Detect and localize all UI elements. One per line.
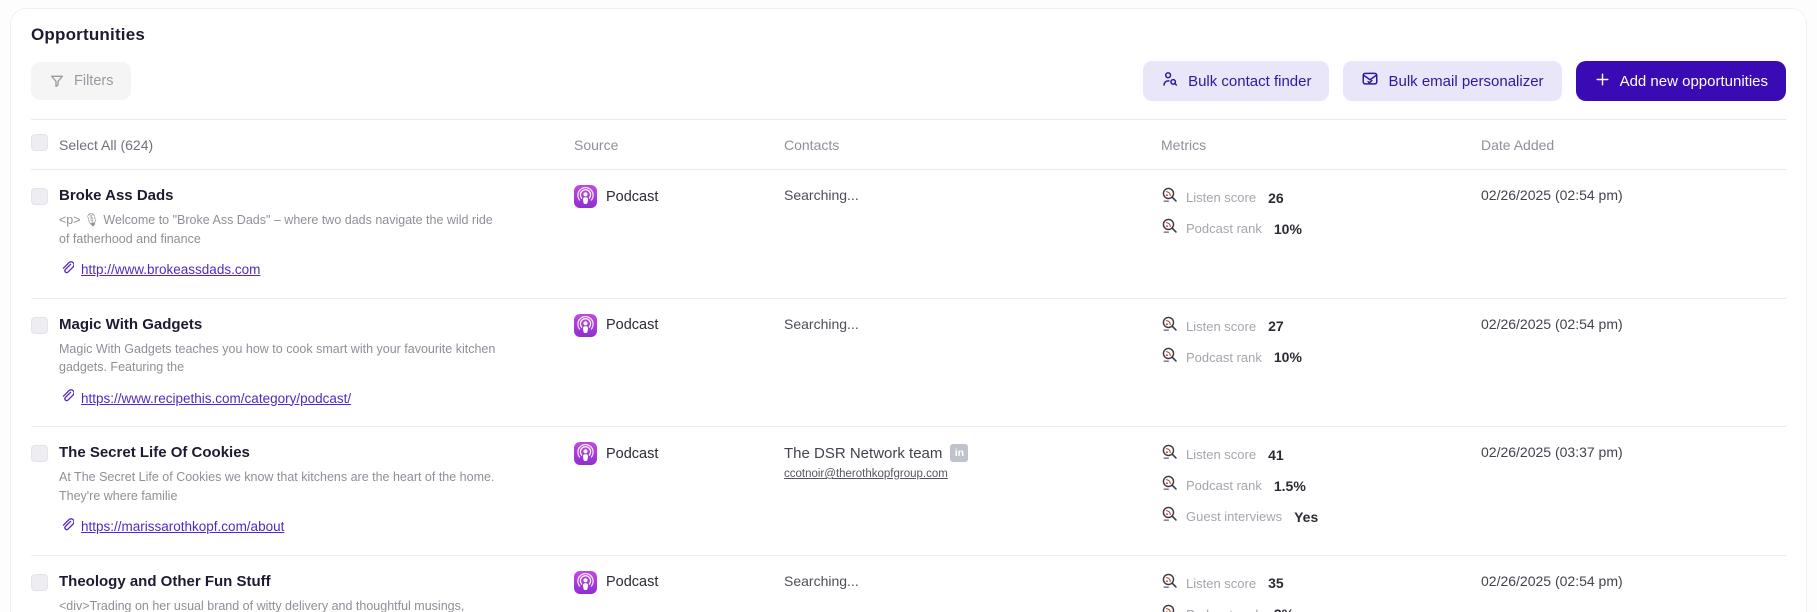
select-all-checkbox[interactable]: [31, 134, 48, 151]
opportunity-url[interactable]: https://marissarothkopf.com/about: [81, 519, 284, 534]
select-all-label: Select All (624): [59, 137, 574, 153]
podcast-icon: [574, 442, 597, 465]
opportunity-url[interactable]: https://www.recipethis.com/category/podc…: [81, 391, 351, 406]
podcast-search-icon: [1161, 186, 1179, 209]
contact-status: Searching...: [784, 316, 859, 332]
bulk-email-personalizer-button[interactable]: Bulk email personalizer: [1343, 61, 1561, 101]
podcast-search-icon: [1161, 443, 1179, 466]
podcast-search-icon: [1161, 603, 1179, 612]
source-label: Podcast: [606, 317, 658, 333]
contact-status: Searching...: [784, 187, 859, 203]
date-added: 02/26/2025 (03:37 pm): [1481, 444, 1786, 460]
source-label: Podcast: [606, 189, 658, 205]
link-icon: [59, 517, 74, 537]
opportunity-title[interactable]: Theology and Other Fun Stuff: [59, 573, 574, 590]
email-check-icon: [1361, 70, 1379, 92]
filters-button[interactable]: Filters: [31, 62, 131, 100]
date-added: 02/26/2025 (02:54 pm): [1481, 187, 1786, 203]
metric-podcast-rank: Podcast rank 10%: [1161, 346, 1481, 369]
podcast-icon: [574, 314, 597, 337]
bulk-contact-finder-button[interactable]: Bulk contact finder: [1143, 61, 1329, 101]
page-title: Opportunities: [31, 25, 1786, 45]
table-row: Broke Ass Dads <p> 🎙 Welcome to "Broke A…: [31, 170, 1786, 299]
metric-listen-score: Listen score 35: [1161, 572, 1481, 595]
date-added: 02/26/2025 (02:54 pm): [1481, 316, 1786, 332]
opportunities-table: Select All (624) Source Contacts Metrics…: [31, 119, 1786, 612]
opportunities-panel: Opportunities Filters Bulk contact finde…: [10, 8, 1807, 612]
opportunity-title[interactable]: Magic With Gadgets: [59, 316, 574, 333]
opportunity-description: <p> 🎙 Welcome to "Broke Ass Dads" – wher…: [59, 211, 504, 249]
linkedin-icon[interactable]: in: [950, 444, 968, 462]
podcast-search-icon: [1161, 346, 1179, 369]
link-icon: [59, 260, 74, 280]
column-header-date-added: Date Added: [1481, 137, 1786, 153]
filters-label: Filters: [74, 73, 113, 89]
contact-status: Searching...: [784, 573, 859, 589]
contact-email[interactable]: ccotnoir@therothkopfgroup.com: [784, 468, 948, 480]
filter-funnel-icon: [49, 73, 65, 89]
person-search-icon: [1161, 70, 1179, 92]
date-added: 02/26/2025 (02:54 pm): [1481, 573, 1786, 589]
toolbar: Filters Bulk contact finder: [31, 61, 1786, 101]
podcast-icon: [574, 571, 597, 594]
table-header: Select All (624) Source Contacts Metrics…: [31, 119, 1786, 170]
metric-guest-interviews: Guest interviews Yes: [1161, 505, 1481, 528]
opportunity-description: Magic With Gadgets teaches you how to co…: [59, 340, 504, 378]
plus-icon: [1594, 71, 1611, 92]
metric-podcast-rank: Podcast rank 10%: [1161, 217, 1481, 240]
podcast-search-icon: [1161, 505, 1179, 528]
table-row: Theology and Other Fun Stuff <div>Tradin…: [31, 556, 1786, 612]
row-checkbox[interactable]: [31, 574, 48, 591]
contact-name: The DSR Network team: [784, 445, 942, 462]
metric-listen-score: Listen score 41: [1161, 443, 1481, 466]
link-icon: [59, 388, 74, 408]
podcast-search-icon: [1161, 572, 1179, 595]
opportunity-title[interactable]: Broke Ass Dads: [59, 187, 574, 204]
metric-listen-score: Listen score 27: [1161, 315, 1481, 338]
podcast-search-icon: [1161, 315, 1179, 338]
toolbar-actions: Bulk contact finder Bulk email personali…: [1143, 61, 1786, 101]
column-header-source: Source: [574, 137, 784, 153]
source-label: Podcast: [606, 574, 658, 590]
podcast-icon: [574, 185, 597, 208]
opportunity-description: <div>Trading on her usual brand of witty…: [59, 597, 504, 612]
metric-podcast-rank: Podcast rank 3%: [1161, 603, 1481, 612]
column-header-contacts: Contacts: [784, 137, 1161, 153]
row-checkbox[interactable]: [31, 188, 48, 205]
add-new-opportunities-button[interactable]: Add new opportunities: [1576, 61, 1786, 101]
metric-podcast-rank: Podcast rank 1.5%: [1161, 474, 1481, 497]
podcast-search-icon: [1161, 217, 1179, 240]
table-row: Magic With Gadgets Magic With Gadgets te…: [31, 299, 1786, 428]
add-new-opportunities-label: Add new opportunities: [1620, 73, 1768, 90]
opportunity-url[interactable]: http://www.brokeassdads.com: [81, 262, 260, 277]
source-label: Podcast: [606, 446, 658, 462]
table-row: The Secret Life Of Cookies At The Secret…: [31, 427, 1786, 556]
row-checkbox[interactable]: [31, 317, 48, 334]
column-header-metrics: Metrics: [1161, 137, 1481, 153]
bulk-email-personalizer-label: Bulk email personalizer: [1388, 73, 1543, 90]
metric-listen-score: Listen score 26: [1161, 186, 1481, 209]
opportunity-description: At The Secret Life of Cookies we know th…: [59, 468, 504, 506]
bulk-contact-finder-label: Bulk contact finder: [1188, 73, 1311, 90]
podcast-search-icon: [1161, 474, 1179, 497]
opportunity-title[interactable]: The Secret Life Of Cookies: [59, 444, 574, 461]
row-checkbox[interactable]: [31, 445, 48, 462]
